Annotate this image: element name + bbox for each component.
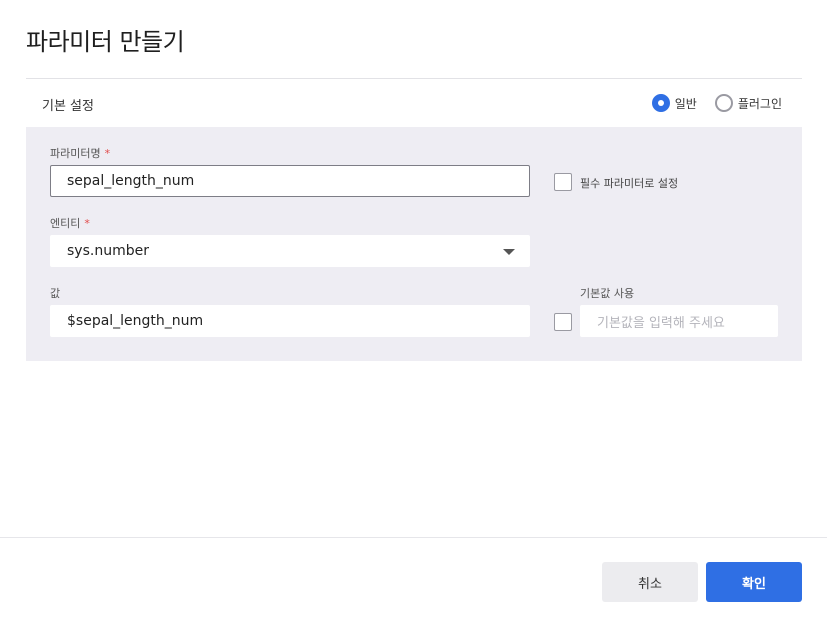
required-parameter-label: 필수 파라미터로 설정 xyxy=(580,177,679,190)
settings-panel: 파라미터명 * sepal_length_num 필수 파라미터로 설정 엔티티 *… xyxy=(26,127,802,361)
radio-general[interactable]: 일반 xyxy=(651,94,697,112)
default-value-checkbox[interactable] xyxy=(554,313,572,331)
entity-label-wrap: 엔티티 * xyxy=(50,215,90,231)
parameter-name-label-wrap: 파라미터명 * xyxy=(50,145,110,161)
entity-label: 엔티티 xyxy=(50,217,81,230)
confirm-button[interactable]: 확인 xyxy=(706,562,802,602)
entity-select[interactable]: sys.number xyxy=(50,235,530,267)
parameter-name-label: 파라미터명 xyxy=(50,147,101,160)
radio-plugin[interactable]: 플러그인 xyxy=(714,94,782,112)
dialog-title: 파라미터 만들기 xyxy=(26,28,185,56)
required-mark: * xyxy=(104,147,111,160)
default-value-input[interactable]: 기본값을 입력해 주세요 xyxy=(580,305,778,337)
value-input[interactable]: $sepal_length_num xyxy=(50,305,530,337)
radio-checked-icon[interactable] xyxy=(651,94,670,112)
default-value-label: 기본값 사용 xyxy=(580,287,635,300)
radio-unchecked-icon[interactable] xyxy=(714,94,733,112)
entity-select-value: sys.number xyxy=(67,243,149,259)
radio-general-label: 일반 xyxy=(674,96,697,111)
section-header: 기본 설정 일반 플러그인 xyxy=(26,79,802,127)
radio-plugin-label: 플러그인 xyxy=(737,96,782,111)
footer-divider xyxy=(0,537,827,538)
parameter-name-input[interactable]: sepal_length_num xyxy=(50,165,530,197)
section-label: 기본 설정 xyxy=(42,99,94,114)
value-label: 값 xyxy=(50,287,61,300)
cancel-button[interactable]: 취소 xyxy=(602,562,698,602)
required-parameter-checkbox[interactable] xyxy=(554,173,572,191)
dropdown-arrow-icon[interactable] xyxy=(503,249,515,255)
type-radio-group: 일반 플러그인 xyxy=(651,94,782,112)
required-mark: * xyxy=(84,217,90,230)
